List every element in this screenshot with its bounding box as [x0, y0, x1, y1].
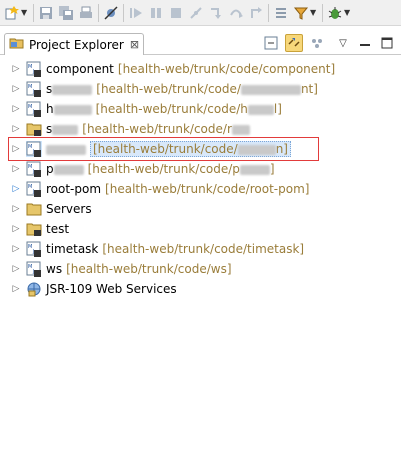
expand-arrow-icon[interactable]: ▷	[10, 224, 22, 234]
toolbar-separator	[322, 3, 323, 22]
tab-project-explorer[interactable]: Project Explorer ⊠	[4, 33, 144, 55]
svg-text:M: M	[28, 64, 32, 70]
view-title: Project Explorer	[29, 37, 124, 52]
highlight-box	[8, 137, 319, 161]
expand-arrow-icon[interactable]: ▷	[10, 64, 22, 74]
toolbar-separator	[123, 3, 124, 22]
project-name: s	[46, 122, 79, 136]
print-icon[interactable]	[78, 5, 94, 21]
debug-icon[interactable]	[327, 5, 343, 21]
maven-project-icon: MJ	[26, 241, 42, 257]
expand-arrow-icon[interactable]: ▷	[10, 284, 22, 294]
project-path: [health-web/trunk/code/h l]	[95, 102, 282, 116]
project-explorer-icon	[9, 35, 25, 54]
new-wizard-icon[interactable]	[4, 5, 20, 21]
step-over-icon[interactable]	[228, 5, 244, 21]
tree-item[interactable]: ▷ test	[0, 219, 401, 239]
svg-text:M: M	[28, 184, 32, 190]
project-name: h	[46, 102, 92, 116]
suspend-icon[interactable]	[148, 5, 164, 21]
expand-arrow-icon[interactable]: ▷	[10, 164, 22, 174]
project-path: [health-web/trunk/code/component]	[117, 62, 336, 76]
use-step-filters-icon[interactable]	[293, 5, 309, 21]
toolbar-separator	[33, 3, 34, 22]
resume-icon[interactable]	[128, 5, 144, 21]
svg-text:M: M	[28, 164, 32, 170]
terminate-icon[interactable]	[168, 5, 184, 21]
expand-arrow-icon[interactable]: ▷	[10, 204, 22, 214]
expand-arrow-icon[interactable]: ▷	[10, 184, 22, 194]
maven-project-icon: MJ	[26, 81, 42, 97]
save-all-icon[interactable]	[58, 5, 74, 21]
main-toolbar: ▼ ▼ ▼	[0, 0, 401, 26]
project-tree: ▷ MJ component [health-web/trunk/code/co…	[0, 59, 401, 299]
svg-text:M: M	[28, 244, 32, 250]
tree-item[interactable]: ▷ MJ p [health-web/trunk/code/p]	[0, 159, 401, 179]
project-name: root-pom	[46, 182, 102, 196]
project-path: [health-web/trunk/code/ws]	[66, 262, 232, 276]
step-into-icon[interactable]	[208, 5, 224, 21]
focus-task-icon[interactable]	[309, 35, 325, 51]
project-name: JSR-109 Web Services	[46, 282, 177, 296]
svg-text:M: M	[28, 264, 32, 270]
web-services-icon	[26, 281, 42, 297]
expand-arrow-icon[interactable]: ▷	[10, 264, 22, 274]
project-path: [health-web/trunk/code/nt]	[96, 82, 318, 96]
project-folder-icon	[26, 221, 42, 237]
project-folder-icon	[26, 121, 42, 137]
tree-item[interactable]: ▷ Servers	[0, 199, 401, 219]
tree-item[interactable]: ▷ MJ component [health-web/trunk/code/co…	[0, 59, 401, 79]
svg-text:M: M	[28, 104, 32, 110]
expand-arrow-icon[interactable]: ▷	[10, 104, 22, 114]
tree-item[interactable]: ▷ JSR-109 Web Services	[0, 279, 401, 299]
tree-item[interactable]: ▷ MJ root-pom [health-web/trunk/code/roo…	[0, 179, 401, 199]
project-name: Servers	[46, 202, 92, 216]
view-menu-icon[interactable]: ▽	[335, 35, 351, 51]
toolbar-separator	[98, 3, 99, 22]
project-name: component	[46, 62, 114, 76]
view-toolbar: ▽	[257, 34, 395, 52]
project-path: [health-web/trunk/code/root-pom]	[105, 182, 310, 196]
collapse-all-icon[interactable]	[263, 35, 279, 51]
maven-project-icon: MJ	[26, 181, 42, 197]
tree-item[interactable]: ▷ s [health-web/trunk/code/r	[0, 119, 401, 139]
maximize-icon[interactable]	[379, 35, 395, 51]
project-name: test	[46, 222, 70, 236]
maven-project-icon: MJ	[26, 61, 42, 77]
close-icon[interactable]: ⊠	[130, 38, 139, 51]
skip-breakpoints-icon[interactable]	[103, 5, 119, 21]
project-name: timetask	[46, 242, 99, 256]
step-return-icon[interactable]	[248, 5, 264, 21]
minimize-icon[interactable]	[357, 35, 373, 51]
folder-icon	[26, 201, 42, 217]
tree-item[interactable]: ▷ MJ timetask [health-web/trunk/code/tim…	[0, 239, 401, 259]
project-name: ws	[46, 262, 63, 276]
link-with-editor-icon[interactable]	[285, 34, 303, 52]
view-tab-bar: Project Explorer ⊠ ▽	[0, 31, 401, 55]
maven-project-icon: MJ	[26, 161, 42, 177]
expand-arrow-icon[interactable]: ▷	[10, 244, 22, 254]
tree-item[interactable]: ▷ MJ s [health-web/trunk/code/nt]	[0, 79, 401, 99]
expand-arrow-icon[interactable]: ▷	[10, 84, 22, 94]
chevron-down-icon[interactable]: ▼	[344, 8, 352, 17]
tree-item[interactable]: ▷ MJ ws [health-web/trunk/code/ws]	[0, 259, 401, 279]
chevron-down-icon[interactable]: ▼	[21, 8, 29, 17]
project-name: s	[46, 82, 93, 96]
drop-to-frame-icon[interactable]	[273, 5, 289, 21]
disconnect-icon[interactable]	[188, 5, 204, 21]
project-name: p	[46, 162, 84, 176]
project-path: [health-web/trunk/code/r	[82, 122, 250, 136]
chevron-down-icon[interactable]: ▼	[310, 8, 318, 17]
maven-project-icon: MJ	[26, 261, 42, 277]
project-path: [health-web/trunk/code/timetask]	[102, 242, 305, 256]
expand-arrow-icon[interactable]: ▷	[10, 124, 22, 134]
project-path: [health-web/trunk/code/p]	[87, 162, 275, 176]
save-icon[interactable]	[38, 5, 54, 21]
svg-text:M: M	[28, 84, 32, 90]
maven-project-icon: MJ	[26, 101, 42, 117]
toolbar-separator	[268, 3, 269, 22]
tree-item[interactable]: ▷ MJ h [health-web/trunk/code/h l]	[0, 99, 401, 119]
